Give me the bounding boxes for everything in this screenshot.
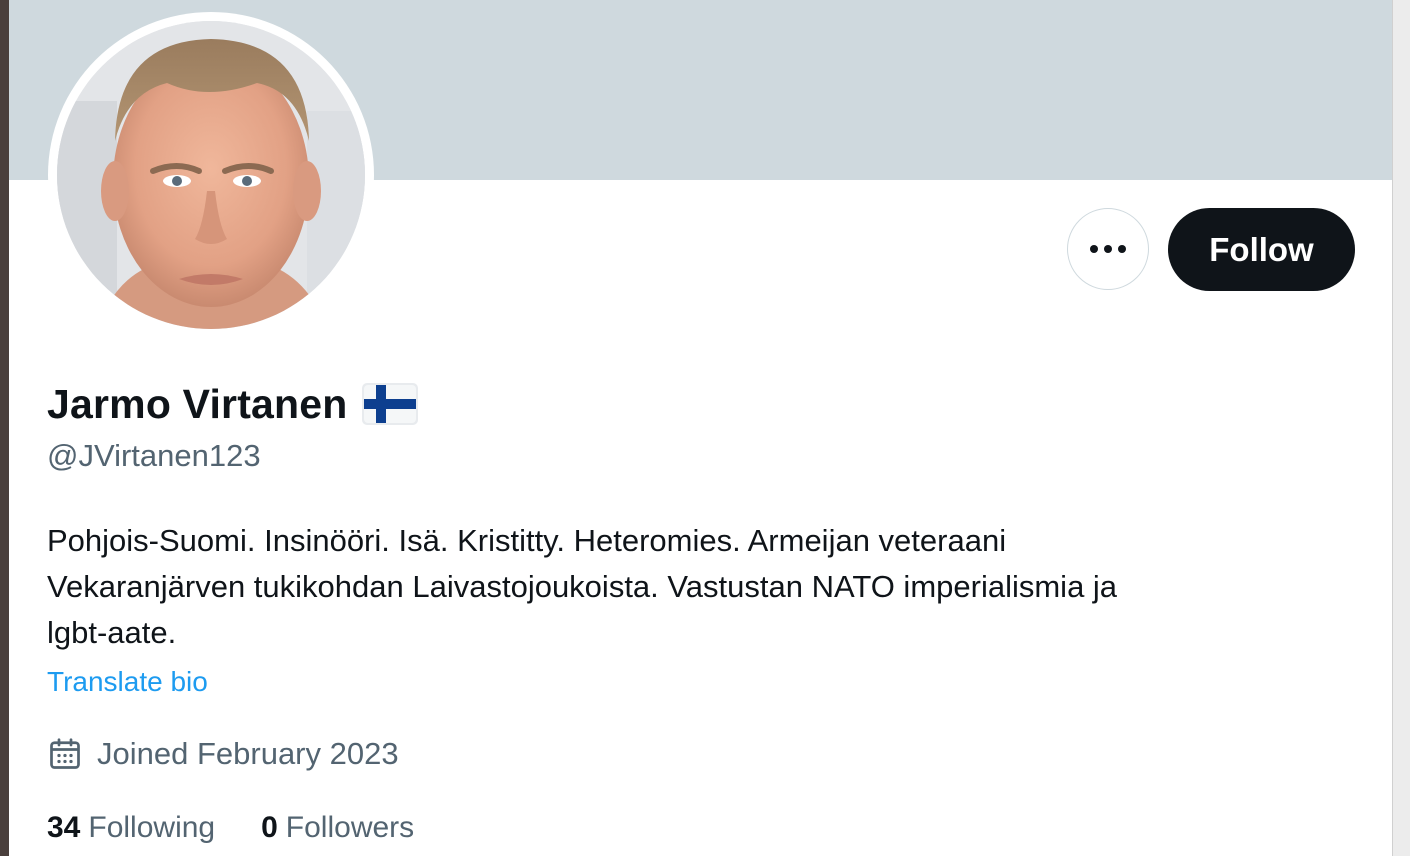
background-left-edge: [0, 0, 9, 856]
background-right-edge: [1392, 0, 1410, 856]
bio-line: Pohjois-Suomi. Insinööri. Isä. Kristitty…: [47, 523, 1007, 558]
calendar-icon: [50, 738, 80, 769]
bio-line: lgbt-aate.: [47, 615, 177, 650]
finland-flag-icon: [361, 383, 418, 425]
bio-line: Vekaranjärven tukikohdan Laivastojoukois…: [47, 569, 1118, 604]
joined-date: Joined February 2023: [97, 736, 399, 771]
joined-date-row: Joined February 2023: [47, 731, 399, 777]
profile-card: Follow Jarmo Virtanen @JVirtanen123 Pohj…: [9, 0, 1392, 856]
display-name: Jarmo Virtanen: [47, 380, 348, 427]
more-horizontal-icon: [1090, 245, 1126, 253]
follow-button[interactable]: Follow: [1168, 208, 1355, 291]
followers-count: 0: [261, 811, 278, 844]
profile-bio: Pohjois-Suomi. Insinööri. Isä. Kristitty…: [47, 518, 1347, 656]
following-count: 34: [47, 811, 81, 844]
avatar[interactable]: [57, 21, 365, 329]
following-link[interactable]: 34 Following: [47, 811, 215, 845]
translate-bio-link[interactable]: Translate bio: [47, 666, 208, 698]
avatar-photo: [57, 21, 365, 329]
followers-link[interactable]: 0 Followers: [261, 811, 414, 845]
following-label: Following: [88, 811, 216, 844]
more-options-button[interactable]: [1067, 208, 1149, 290]
name-row: Jarmo Virtanen: [47, 378, 418, 430]
follow-stats: 34 Following 0 Followers: [47, 806, 414, 850]
followers-label: Followers: [285, 811, 415, 844]
user-handle: @JVirtanen123: [47, 438, 261, 473]
